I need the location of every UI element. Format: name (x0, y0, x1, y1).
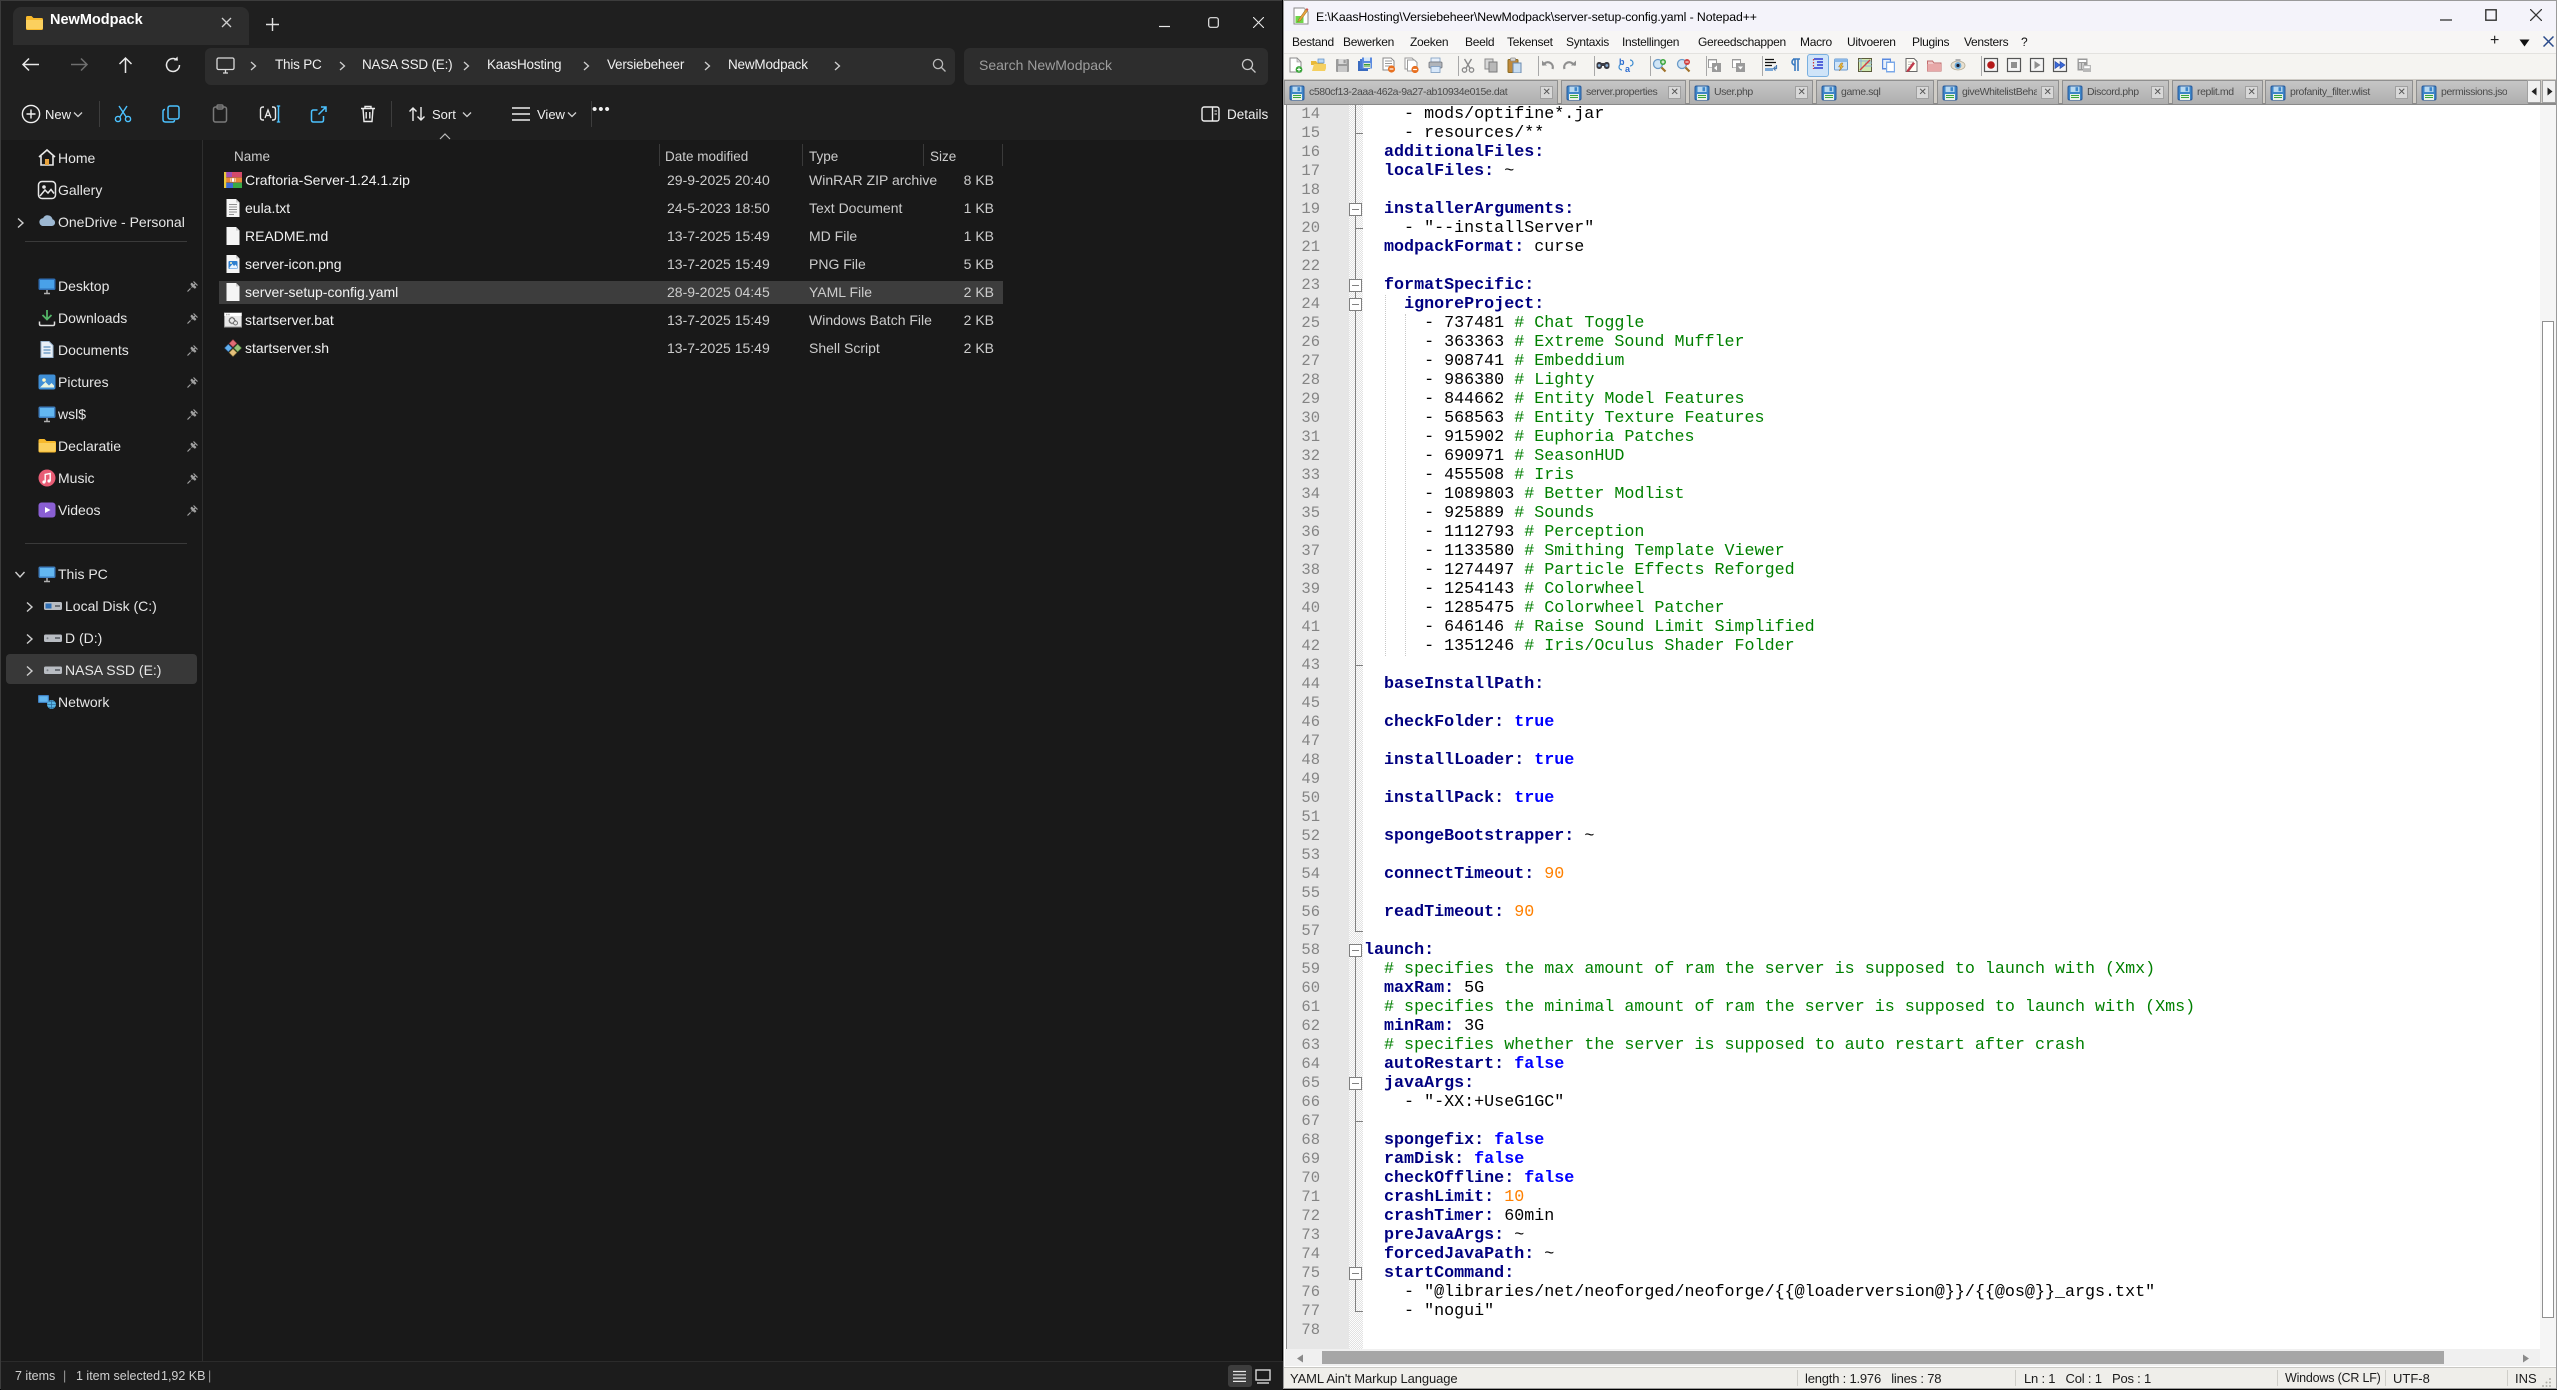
svg-text:a: a (1625, 64, 1631, 73)
